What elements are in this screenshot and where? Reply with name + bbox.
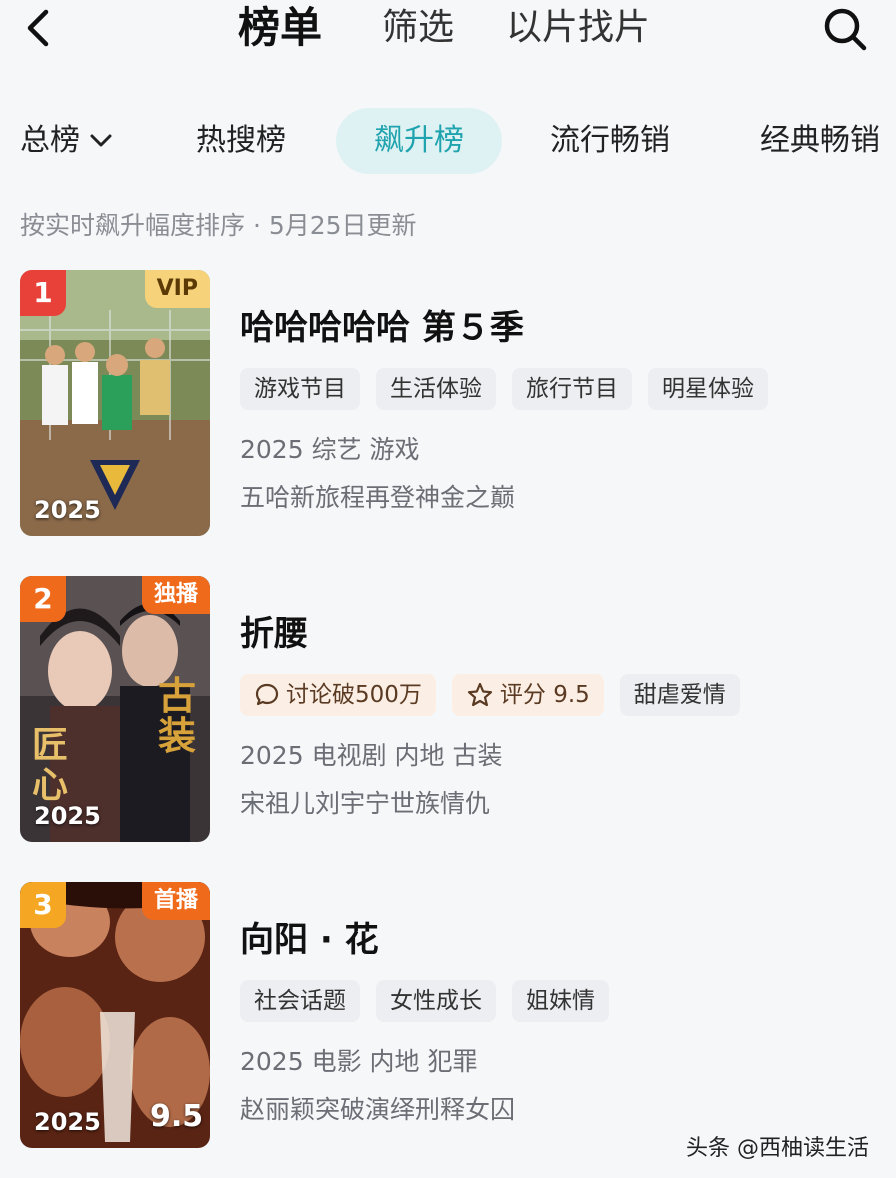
poster-year: 2025 (34, 802, 101, 830)
back-button[interactable] (20, 6, 60, 50)
poster-year: 2025 (34, 1108, 101, 1136)
item-description: 宋祖儿刘宇宁世族情仇 (240, 789, 491, 818)
discussion-tag[interactable]: 讨论破500万 (240, 674, 436, 716)
search-icon (824, 8, 867, 51)
list-item[interactable]: 2 独播 古装 匠心 2025 折腰 讨论破500万 评分 9.5 甜虐爱情 2… (20, 576, 880, 846)
poster-image[interactable]: 1 VIP 2025 (20, 270, 210, 536)
item-meta: 2025 电视剧 内地 古装 (240, 741, 503, 770)
rank-badge: 2 (20, 576, 66, 622)
premiere-badge: 首播 (141, 882, 210, 920)
category-overall[interactable]: 总榜 (20, 108, 112, 174)
tab-ranking[interactable]: 榜单 (238, 4, 322, 52)
search-button[interactable] (820, 6, 872, 52)
tag[interactable]: 游戏节目 (240, 368, 360, 410)
list-item[interactable]: 1 VIP 2025 哈哈哈哈哈 第５季 游戏节目 生活体验 旅行节目 明星体验… (20, 270, 880, 540)
item-title[interactable]: 向阳 · 花 (240, 912, 379, 961)
poster-image[interactable]: 2 独播 古装 匠心 2025 (20, 576, 210, 842)
item-description: 五哈新旅程再登神金之巅 (240, 483, 516, 512)
list-item[interactable]: 3 首播 2025 9.5 向阳 · 花 社会话题 女性成长 姐妹情 2025 … (20, 882, 880, 1152)
tag[interactable]: 社会话题 (240, 980, 360, 1022)
rank-badge: 1 (20, 270, 66, 316)
rank-badge: 3 (20, 882, 66, 928)
tag-list: 游戏节目 生活体验 旅行节目 明星体验 (240, 368, 768, 410)
exclusive-badge: 独播 (141, 576, 210, 614)
category-tabs: 总榜 热搜榜 飙升榜 流行畅销 经典畅销 (0, 108, 896, 178)
tag[interactable]: 女性成长 (376, 980, 496, 1022)
item-description: 赵丽颖突破演绎刑释女囚 (240, 1095, 516, 1124)
poster-score: 9.5 (150, 1099, 204, 1134)
star-icon (467, 682, 493, 707)
tag-list: 社会话题 女性成长 姐妹情 (240, 980, 609, 1022)
ranking-subtitle: 按实时飙升幅度排序 · 5月25日更新 (20, 211, 417, 240)
tag-label: 讨论破500万 (286, 682, 422, 708)
item-title[interactable]: 折腰 (240, 606, 308, 655)
poster-calligraphy-left: 匠心 (32, 725, 69, 806)
item-meta: 2025 综艺 游戏 (240, 435, 420, 464)
tag[interactable]: 明星体验 (648, 368, 768, 410)
tag[interactable]: 甜虐爱情 (619, 674, 740, 716)
item-meta: 2025 电影 内地 犯罪 (240, 1047, 478, 1076)
tag-label: 评分 9.5 (499, 682, 590, 708)
tab-filter[interactable]: 筛选 (382, 4, 454, 52)
poster-calligraphy-right: 古装 (158, 674, 197, 758)
tab-find-similar[interactable]: 以片找片 (506, 4, 650, 52)
poster-image[interactable]: 3 首播 2025 9.5 (20, 882, 210, 1148)
category-rising[interactable]: 飙升榜 (336, 108, 502, 174)
chevron-down-icon (90, 134, 112, 147)
tag[interactable]: 旅行节目 (512, 368, 632, 410)
chevron-left-icon (27, 9, 49, 47)
category-label: 总榜 (20, 123, 80, 158)
tag[interactable]: 生活体验 (376, 368, 496, 410)
watermark: 头条 @西柚读生活 (686, 1136, 869, 1161)
item-title[interactable]: 哈哈哈哈哈 第５季 (240, 300, 524, 349)
category-popular-sales[interactable]: 流行畅销 (550, 108, 670, 174)
tag[interactable]: 姐妹情 (512, 980, 609, 1022)
top-nav: 榜单 筛选 以片找片 (0, 0, 896, 64)
category-hot-search[interactable]: 热搜榜 (196, 108, 286, 174)
comment-icon (255, 683, 279, 706)
poster-year: 2025 (34, 496, 101, 524)
category-classic-sales[interactable]: 经典畅销 (760, 108, 880, 174)
rating-tag[interactable]: 评分 9.5 (451, 674, 604, 716)
vip-badge: VIP (144, 270, 210, 308)
tag-list: 讨论破500万 评分 9.5 甜虐爱情 (240, 674, 740, 716)
